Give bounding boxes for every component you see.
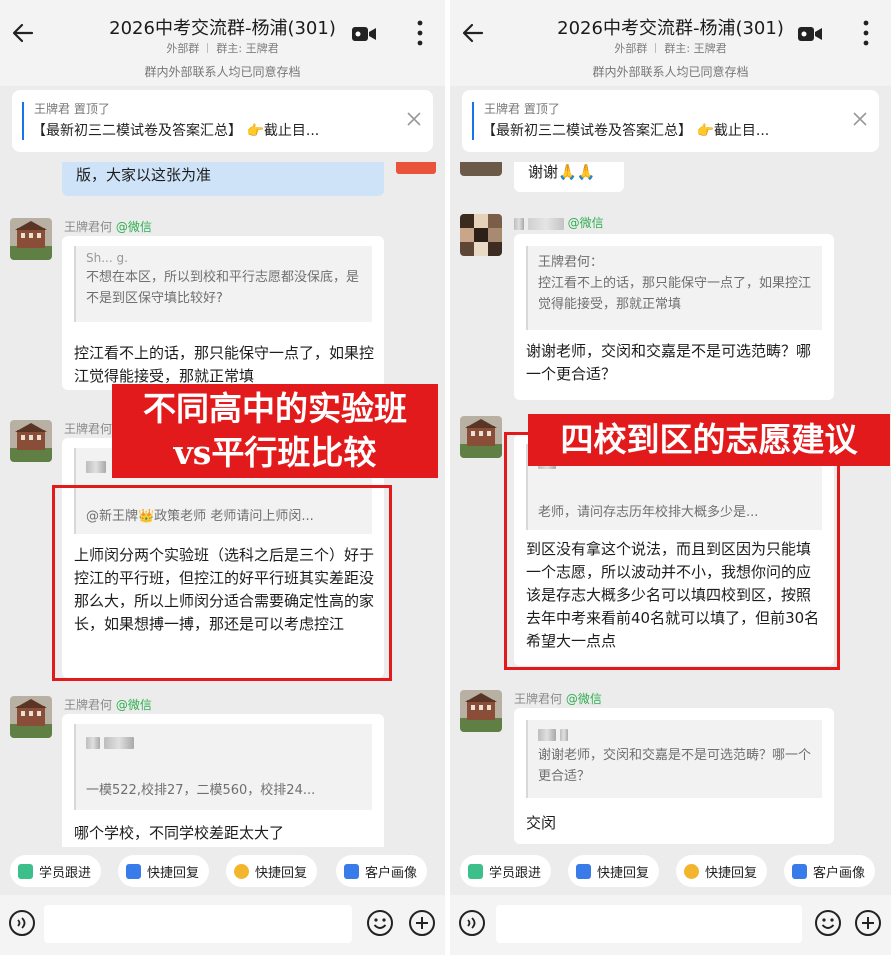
- sender-name: 王牌君何 @微信: [64, 220, 152, 234]
- banner-line-1: 不同高中的实验班: [143, 389, 407, 428]
- chip-quick-reply-2[interactable]: 快捷回复: [676, 855, 768, 887]
- quoted-message[interactable]: 谢谢老师，交闵和交嘉是不是可选范畴？哪一个更合适？: [526, 720, 822, 798]
- followup-icon: [18, 863, 33, 879]
- message-input[interactable]: [44, 905, 352, 943]
- quoted-text: 一模522,校排27，二模560，校排24...: [86, 783, 316, 798]
- message-bubble[interactable]: 谢谢🙏🙏: [514, 162, 624, 192]
- plus-icon[interactable]: [854, 909, 882, 937]
- message-list[interactable]: 谢谢🙏🙏 @微信 王牌君何： 控江看不上的话，那只能保守一点了，如果控江觉得能接…: [450, 162, 891, 847]
- quoted-sender: Sh... g.: [86, 251, 128, 265]
- status-badge: [396, 162, 436, 174]
- sender-name: 王牌君何 @微信: [64, 698, 152, 712]
- more-options-icon[interactable]: [417, 20, 423, 46]
- message-text: 交闵: [526, 814, 557, 832]
- quick-actions-bar: 学员跟进 快捷回复 快捷回复 客户画像: [0, 849, 445, 893]
- chip-quick-reply-2[interactable]: 快捷回复: [226, 855, 318, 887]
- message-list[interactable]: 版，大家以这张为准 王牌君何 @微信 Sh... g. 不想在本区，所以到校和平…: [0, 162, 445, 847]
- quoted-message[interactable]: Sh... g. 不想在本区，所以到校和平行志愿都没保底，是不是到区保守填比较好…: [74, 246, 372, 322]
- checkbox-icon: [576, 863, 591, 879]
- quoted-message[interactable]: 王牌君何： 控江看不上的话，那只能保守一点了，如果控江觉得能接受，那就正常填: [526, 246, 822, 330]
- banner-line-2: vs平行班比较: [173, 433, 377, 472]
- group-type: 外部群: [614, 42, 648, 55]
- video-call-icon[interactable]: [351, 24, 377, 44]
- chip-student-followup[interactable]: 学员跟进: [460, 855, 552, 887]
- sender-name: @微信: [514, 214, 604, 231]
- pinned-message[interactable]: 王牌君 置顶了 【最新初三二模试卷及答案汇总】 👉截止目...: [462, 90, 879, 152]
- avatar[interactable]: [10, 420, 52, 462]
- avatar[interactable]: [460, 162, 502, 176]
- highlight-box: [52, 485, 392, 681]
- video-call-icon[interactable]: [797, 24, 823, 44]
- chat-title: 2026中考交流群-杨浦(301): [557, 18, 784, 39]
- message-text: 版，大家以这张为准: [76, 166, 212, 184]
- group-info: 外部群 群主: 王牌君: [450, 40, 891, 56]
- voice-icon[interactable]: [8, 909, 36, 937]
- close-icon[interactable]: [407, 112, 421, 126]
- followup-icon: [468, 863, 483, 879]
- checkbox-icon: [126, 863, 141, 879]
- group-owner: 群主: 王牌君: [216, 42, 279, 55]
- chip-customer-profile[interactable]: 客户画像: [336, 855, 428, 887]
- checkbox-icon: [344, 863, 359, 879]
- sender-name: 王牌君何 @微信: [514, 692, 602, 706]
- checkbox-icon: [792, 863, 807, 879]
- message-bubble[interactable]: 谢谢老师，交闵和交嘉是不是可选范畴？哪一个更合适？ 交闵: [514, 708, 834, 844]
- note-icon: [684, 863, 699, 879]
- note-icon: [234, 863, 249, 879]
- highlight-box: [504, 432, 840, 670]
- avatar[interactable]: [460, 416, 502, 458]
- more-options-icon[interactable]: [863, 20, 869, 46]
- chip-student-followup[interactable]: 学员跟进: [10, 855, 102, 887]
- emoji-icon[interactable]: [366, 909, 394, 937]
- message-text: 谢谢老师，交闵和交嘉是不是可选范畴？哪一个更合适？: [526, 342, 812, 383]
- highlight-banner: 四校到区的志愿建议: [528, 414, 890, 466]
- highlight-banner: 不同高中的实验班 vs平行班比较: [112, 384, 438, 478]
- chat-title: 2026中考交流群-杨浦(301): [109, 18, 336, 39]
- group-type: 外部群: [166, 42, 200, 55]
- message-bubble[interactable]: 一模522,校排27，二模560，校排24... 哪个学校，不同学校差距太大了: [62, 714, 384, 847]
- own-message-bubble: 版，大家以这张为准: [62, 162, 384, 196]
- chip-quick-reply[interactable]: 快捷回复: [118, 855, 210, 887]
- avatar[interactable]: [10, 696, 52, 738]
- message-bubble[interactable]: Sh... g. 不想在本区，所以到校和平行志愿都没保底，是不是到区保守填比较好…: [62, 236, 384, 390]
- voice-icon[interactable]: [458, 909, 486, 937]
- pin-accent-bar: [472, 102, 474, 140]
- pin-accent-bar: [22, 102, 24, 140]
- quoted-text: 谢谢老师，交闵和交嘉是不是可选范畴？哪一个更合适？: [538, 748, 812, 784]
- pinned-by: 王牌君 置顶了: [484, 102, 560, 116]
- sender-name: 王牌君何: [64, 422, 113, 436]
- chat-header: 2026中考交流群-杨浦(301) 外部群 群主: 王牌君 群内外部联系人均已同意…: [450, 0, 891, 86]
- avatar[interactable]: [10, 218, 52, 260]
- archive-notice: 群内外部联系人均已同意存档: [144, 65, 301, 79]
- avatar[interactable]: [460, 214, 502, 256]
- group-owner: 群主: 王牌君: [664, 42, 727, 55]
- input-bar: [450, 895, 891, 955]
- archive-notice: 群内外部联系人均已同意存档: [592, 65, 749, 79]
- pinned-message[interactable]: 王牌君 置顶了 【最新初三二模试卷及答案汇总】 👉截止目...: [12, 90, 433, 152]
- chat-header: 2026中考交流群-杨浦(301) 外部群 群主: 王牌君 群内外部联系人均已同意…: [0, 0, 445, 86]
- emoji-icon[interactable]: [814, 909, 842, 937]
- message-text: 控江看不上的话，那只能保守一点了，如果控江觉得能接受，那就正常填: [74, 344, 375, 385]
- chip-customer-profile[interactable]: 客户画像: [784, 855, 876, 887]
- message-input[interactable]: [496, 905, 802, 943]
- group-info: 外部群 群主: 王牌君: [0, 40, 445, 56]
- quoted-text: 不想在本区，所以到校和平行志愿都没保底，是不是到区保守填比较好?: [86, 270, 360, 306]
- message-text: 哪个学校，不同学校差距太大了: [74, 824, 285, 842]
- chat-window-right: 2026中考交流群-杨浦(301) 外部群 群主: 王牌君 群内外部联系人均已同意…: [450, 0, 891, 955]
- quick-actions-bar: 学员跟进 快捷回复 快捷回复 客户画像: [450, 849, 891, 893]
- message-bubble[interactable]: 王牌君何： 控江看不上的话，那只能保守一点了，如果控江觉得能接受，那就正常填 谢…: [514, 234, 834, 400]
- close-icon[interactable]: [853, 112, 867, 126]
- pinned-by: 王牌君 置顶了: [34, 102, 110, 116]
- quoted-message[interactable]: 一模522,校排27，二模560，校排24...: [74, 724, 372, 810]
- pinned-text: 【最新初三二模试卷及答案汇总】 👉截止目...: [482, 123, 770, 139]
- chip-quick-reply[interactable]: 快捷回复: [568, 855, 660, 887]
- message-text: 谢谢🙏🙏: [528, 163, 596, 181]
- chat-window-left: 2026中考交流群-杨浦(301) 外部群 群主: 王牌君 群内外部联系人均已同意…: [0, 0, 445, 955]
- pinned-text: 【最新初三二模试卷及答案汇总】 👉截止目...: [32, 123, 320, 139]
- avatar[interactable]: [460, 690, 502, 732]
- plus-icon[interactable]: [408, 909, 436, 937]
- input-bar: [0, 895, 445, 955]
